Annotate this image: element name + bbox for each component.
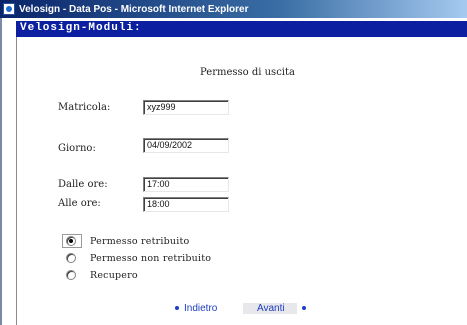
radio-recupero[interactable] [66, 270, 76, 280]
window-titlebar: Velosign - Data Pos - Microsoft Internet… [0, 0, 467, 18]
dalle-ore-input[interactable]: 17:00 [143, 177, 229, 192]
giorno-input[interactable]: 04/09/2002 [143, 138, 229, 153]
dalle-ore-label: Dalle ore: [58, 179, 108, 190]
internet-explorer-icon [3, 3, 15, 15]
alle-ore-input[interactable]: 18:00 [143, 197, 229, 212]
back-link[interactable]: Indietro [184, 303, 217, 314]
radio-permesso-retribuito[interactable] [66, 236, 76, 246]
option-label: Recupero [90, 269, 138, 281]
matricola-label: Matricola: [58, 102, 111, 113]
alle-ore-label: Alle ore: [58, 198, 101, 209]
bullet-icon [175, 306, 179, 310]
window-title: Velosign - Data Pos - Microsoft Internet… [19, 3, 249, 15]
option-recupero[interactable]: Recupero [66, 268, 138, 282]
back-nav[interactable]: Indietro [170, 302, 217, 314]
option-permesso-retribuito[interactable]: Permesso retribuito [66, 234, 189, 248]
next-link[interactable]: Avanti [243, 302, 297, 314]
bullet-icon [301, 306, 306, 310]
matricola-input[interactable]: xyz999 [143, 100, 229, 115]
banner-title: Velosign-Moduli: [20, 22, 142, 34]
radio-permesso-non-retribuito[interactable] [66, 253, 76, 263]
next-nav[interactable]: Avanti [243, 302, 311, 314]
module-banner: Velosign-Moduli: [16, 21, 467, 37]
form-heading-text: Permesso di uscita [200, 67, 295, 78]
form-heading: Permesso di uscita [0, 67, 467, 78]
option-label: Permesso retribuito [90, 235, 190, 247]
option-label: Permesso non retribuito [90, 252, 212, 264]
option-permesso-non-retribuito[interactable]: Permesso non retribuito [66, 251, 211, 265]
giorno-label: Giorno: [58, 143, 96, 154]
